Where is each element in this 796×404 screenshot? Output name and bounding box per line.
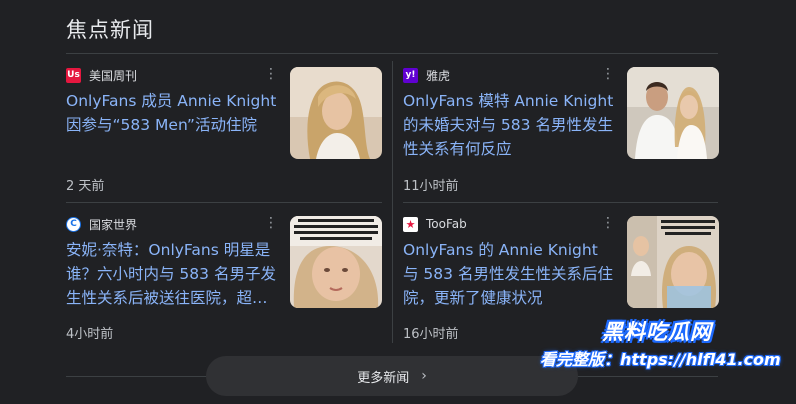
news-card[interactable]: C 国家世界 ⋮ 安妮·奈特：OnlyFans 明星是谁？六小时内与 583 名… (66, 216, 382, 354)
news-time: 16小时前 (403, 327, 459, 342)
news-time: 11小时前 (403, 179, 459, 194)
more-news-label: 更多新闻 (357, 370, 410, 386)
more-options-icon[interactable]: ⋮ (601, 67, 615, 83)
source-favicon-icon: ★ (403, 216, 418, 232)
more-options-icon[interactable]: ⋮ (601, 216, 615, 232)
section-title: 焦点新闻 (66, 18, 154, 42)
news-thumbnail[interactable] (627, 216, 719, 308)
source-favicon-icon: C (66, 216, 81, 232)
more-options-icon[interactable]: ⋮ (264, 67, 278, 83)
news-headline[interactable]: OnlyFans 模特 Annie Knight 的未婚夫对与 583 名男性发… (403, 89, 615, 161)
news-thumbnail[interactable] (290, 67, 382, 159)
source-name: 美国周刊 (89, 68, 138, 83)
source-name: 国家世界 (89, 217, 138, 232)
news-source: y! 雅虎 (403, 67, 450, 83)
source-favicon-icon: y! (403, 67, 418, 83)
news-source: ★ TooFab (403, 216, 467, 232)
more-news-button[interactable]: 更多新闻 › (206, 356, 578, 396)
source-name: 雅虎 (426, 68, 451, 83)
news-headline[interactable]: OnlyFans 成员 Annie Knight 因参与“583 Men”活动住… (66, 89, 278, 137)
chevron-right-icon: › (421, 368, 427, 384)
watermark-url: 看完整版：https://hlfl41.com (540, 350, 781, 369)
news-headline[interactable]: 安妮·奈特：OnlyFans 明星是谁？六小时内与 583 名男子发生性关系后被… (66, 238, 278, 310)
source-name: TooFab (426, 217, 467, 231)
news-card[interactable]: y! 雅虎 ⋮ OnlyFans 模特 Annie Knight 的未婚夫对与 … (403, 67, 719, 205)
watermark-title: 黑料吃瓜网 (602, 320, 712, 344)
divider (66, 53, 718, 54)
divider (392, 61, 393, 343)
news-source: C 国家世界 (66, 216, 137, 232)
news-headline[interactable]: OnlyFans 的 Annie Knight 与 583 名男性发生性关系后住… (403, 238, 615, 310)
news-source: Us 美国周刊 (66, 67, 137, 83)
source-favicon-icon: Us (66, 67, 81, 83)
news-thumbnail[interactable] (290, 216, 382, 308)
news-time: 4小时前 (66, 327, 114, 342)
news-thumbnail[interactable] (627, 67, 719, 159)
news-time: 2 天前 (66, 179, 105, 194)
news-card[interactable]: Us 美国周刊 ⋮ OnlyFans 成员 Annie Knight 因参与“5… (66, 67, 382, 205)
more-options-icon[interactable]: ⋮ (264, 216, 278, 232)
